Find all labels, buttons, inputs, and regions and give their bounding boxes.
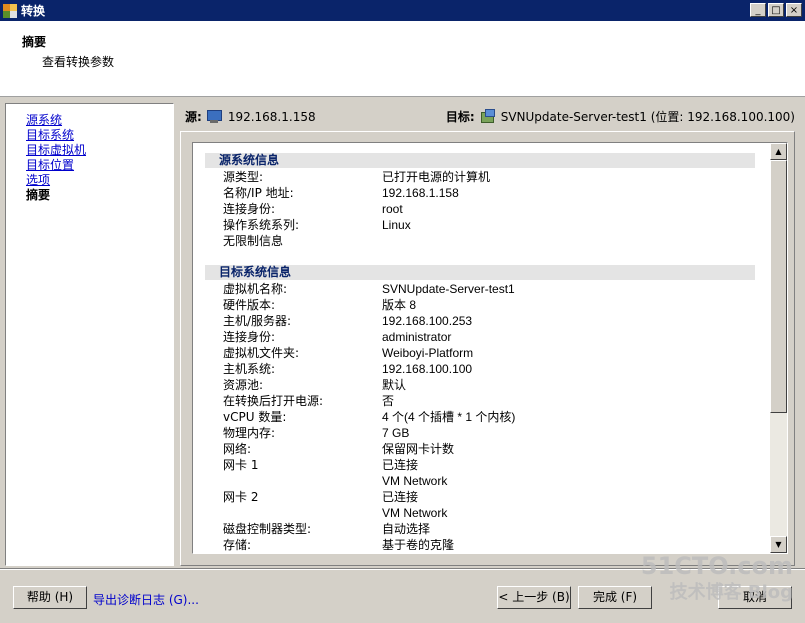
nav-item-summary: 摘要 [26, 188, 51, 202]
target-name: SVNUpdate-Server-test1 (位置: 192.168.100.… [500, 110, 795, 124]
target-info: 目标: SVNUpdate-Server-test1 (位置: 192.168.… [446, 108, 795, 125]
title-bar[interactable]: 转换 _ □ × [0, 0, 805, 21]
back-button[interactable]: < 上一步 (B) [497, 586, 571, 609]
converter-app-icon [3, 3, 17, 18]
source-info: 源: 192.168.1.158 [185, 108, 316, 125]
source-section-header: 源系统信息 [205, 153, 755, 168]
scroll-down-arrow-icon[interactable]: ▼ [770, 536, 787, 553]
scrollbar-thumb[interactable] [770, 160, 787, 413]
computer-icon [206, 110, 222, 123]
watermark-logo: 51CTO.com 技术博客 Blog [640, 552, 793, 603]
help-button[interactable]: 帮助 (H) [13, 586, 87, 609]
target-section-header: 目标系统信息 [205, 265, 755, 280]
window-title: 转换 [21, 4, 46, 18]
export-diagnostic-logs-link[interactable]: 导出诊断日志 (G)... [93, 591, 199, 608]
virtual-machine-icon [479, 108, 495, 125]
maximize-button[interactable]: □ [768, 3, 784, 17]
wizard-nav: 源系统 目标系统 目标虚拟机 目标位置 选项 摘要 [5, 103, 174, 566]
source-address: 192.168.1.158 [227, 109, 316, 124]
summary-scrollbar[interactable]: ▲ ▼ [770, 143, 787, 553]
target-label: 目标: [445, 110, 475, 124]
summary-panel: 源系统信息 源类型: 已打开电源的计算机 名称/IP 地址: 192.168.1.1… [192, 142, 788, 554]
wizard-header: 摘要 查看转换参数 [0, 21, 805, 97]
source-label: 源: [185, 110, 202, 124]
summary-content: 源系统信息 源类型: 已打开电源的计算机 名称/IP 地址: 192.168.1.1… [193, 143, 770, 553]
close-button[interactable]: × [786, 3, 802, 17]
page-subtitle: 查看转换参数 [42, 55, 115, 69]
minimize-button[interactable]: _ [750, 3, 766, 17]
scroll-up-arrow-icon[interactable]: ▲ [770, 143, 787, 160]
page-title: 摘要 [22, 35, 47, 49]
